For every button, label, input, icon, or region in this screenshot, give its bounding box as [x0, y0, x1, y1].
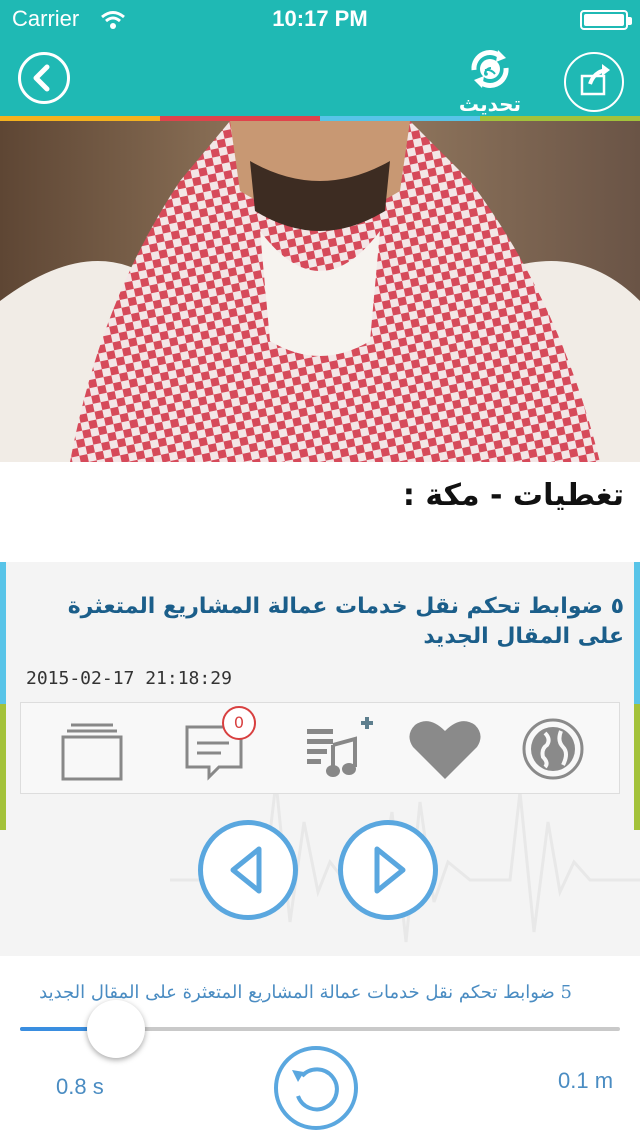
- archive-button[interactable]: [57, 715, 125, 783]
- battery-icon: [580, 10, 632, 30]
- card-left-accent-blue: [0, 562, 6, 704]
- globe-icon: [522, 718, 584, 780]
- triangle-left-icon: [230, 846, 262, 894]
- now-playing-title: 5 ضوابط تحكم نقل خدمات عمالة المشاريع ال…: [39, 982, 572, 1003]
- card-right-accent-green: [634, 704, 640, 830]
- card-left-accent-green: [0, 704, 6, 830]
- refresh-button[interactable]: [462, 44, 518, 96]
- share-icon: [580, 64, 610, 96]
- share-button[interactable]: [564, 52, 624, 112]
- elapsed-time: 0.8 s: [56, 1074, 104, 1099]
- article-hero-image: [0, 121, 640, 462]
- add-to-playlist-button[interactable]: [303, 715, 373, 783]
- refresh-icon: [471, 50, 509, 88]
- replay-icon: [292, 1067, 339, 1112]
- back-button[interactable]: [18, 52, 70, 104]
- article-timestamp: 2015-02-17 21:18:29: [26, 668, 232, 689]
- web-button[interactable]: [519, 715, 587, 783]
- action-bar: [20, 702, 620, 794]
- archive-icon: [61, 723, 123, 781]
- replay-button[interactable]: [274, 1046, 358, 1130]
- section-title: تغطيات - مكة :: [402, 478, 624, 513]
- heart-icon: [409, 721, 481, 779]
- nav-bar: [0, 40, 640, 116]
- refresh-label: تحديث: [458, 92, 522, 116]
- comment-count-badge: 0: [222, 706, 256, 740]
- status-bar: Carrier 10:17 PM: [0, 0, 640, 40]
- chevron-left-icon: [33, 64, 50, 92]
- card-right-accent-blue: [634, 562, 640, 704]
- progress-slider-thumb[interactable]: [87, 1000, 145, 1058]
- add-to-playlist-icon: [307, 717, 373, 777]
- remaining-time: 0.1 m: [558, 1068, 614, 1093]
- next-article-button[interactable]: [338, 820, 438, 920]
- clock: 10:17 PM: [272, 6, 368, 31]
- previous-article-button[interactable]: [198, 820, 298, 920]
- triangle-right-icon: [374, 846, 406, 894]
- article-headline[interactable]: ٥ ضوابط تحكم نقل خدمات عمالة المشاريع ال…: [24, 592, 624, 652]
- favorite-button[interactable]: [405, 715, 485, 783]
